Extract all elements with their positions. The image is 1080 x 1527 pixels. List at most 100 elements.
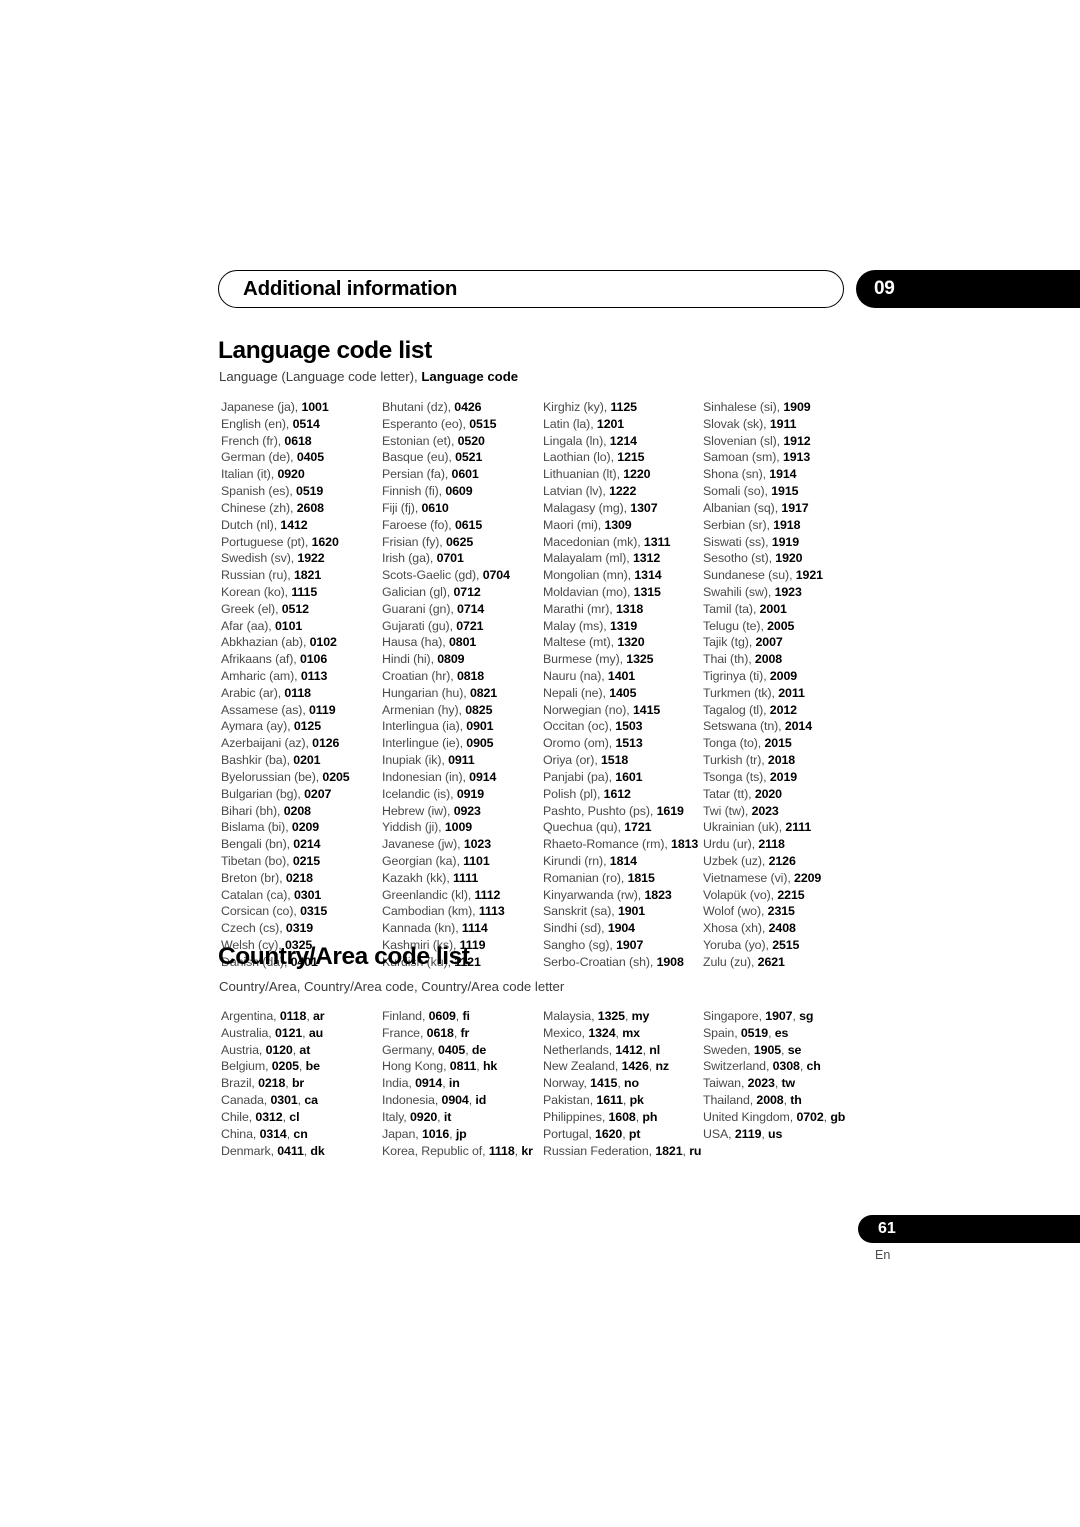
country-code: 0618: [426, 1025, 454, 1040]
lang-code: 0515: [469, 416, 497, 431]
lang-code: 0301: [293, 887, 322, 902]
page-number-tab: 61: [858, 1215, 1080, 1243]
country-code-entry: Netherlands, 1412, nl: [543, 1042, 703, 1059]
lang-code-entry: Volapük (vo), 2215: [703, 887, 883, 904]
lang-code-entry: Swedish (sv), 1922: [221, 550, 382, 567]
lang-name: Finnish (fi),: [382, 484, 446, 499]
chapter-number-tab: 09: [856, 270, 1080, 308]
lang-code: 1513: [615, 736, 643, 751]
lang-name: Corsican (co),: [221, 904, 301, 919]
lang-code: 1620: [311, 534, 339, 549]
country-separator: ,: [622, 1126, 629, 1141]
lang-code-entry: Interlingua (ia), 0901: [382, 718, 543, 735]
lang-code-entry: Chinese (zh), 2608: [221, 500, 382, 517]
lang-code: 2111: [785, 820, 812, 835]
lang-code-entry: Somali (so), 1915: [703, 483, 883, 500]
country-name: Hong Kong,: [382, 1059, 450, 1074]
lang-code-entry: Lithuanian (lt), 1220: [543, 466, 703, 483]
country-code-column: Finland, 0609, fi France, 0618, fr Germany…: [382, 1008, 543, 1159]
lang-name: Burmese (my),: [543, 652, 627, 667]
lang-name: Frisian (fy),: [382, 534, 446, 549]
lang-code-entry: Turkmen (tk), 2011: [703, 685, 883, 702]
lang-code-entry: Sesotho (st), 1920: [703, 550, 883, 567]
lang-name: Oromo (om),: [543, 736, 616, 751]
lang-code: 2015: [764, 736, 792, 751]
lang-code-entry: Korean (ko), 1115: [221, 584, 382, 601]
lang-name: Vietnamese (vi),: [703, 870, 795, 885]
lang-code-entry: Mongolian (mn), 1314: [543, 567, 703, 584]
lang-code: 0914: [469, 769, 497, 784]
lang-name: Malay (ms),: [543, 618, 610, 633]
lang-name: Gujarati (gu),: [382, 618, 457, 633]
lang-code: 1307: [630, 500, 658, 515]
country-code: 1821: [655, 1143, 683, 1158]
lang-code: 0426: [454, 400, 482, 414]
country-code-entry: India, 0914, in: [382, 1075, 543, 1092]
lang-code-entry: Basque (eu), 0521: [382, 449, 543, 466]
lang-code: 0209: [291, 820, 320, 835]
lang-code-entry: Serbian (sr), 1918: [703, 517, 883, 534]
lang-code-entry: Latin (la), 1201: [543, 416, 703, 433]
lang-name: Greenlandic (kl),: [382, 887, 475, 902]
country-code-letter: ca: [304, 1093, 318, 1108]
lang-code: 1920: [775, 551, 803, 566]
lang-name: Latin (la),: [543, 416, 597, 431]
country-separator: ,: [622, 1093, 630, 1108]
lang-name: Sundanese (su),: [703, 568, 796, 583]
lang-code: 2315: [767, 904, 795, 919]
country-section-title: Country/Area code list: [218, 943, 470, 970]
lang-name: Kazakh (kk),: [382, 870, 453, 885]
country-name: Sweden,: [703, 1042, 754, 1057]
lang-code: 0919: [456, 786, 485, 801]
lang-name: Serbian (sr),: [703, 517, 774, 532]
lang-name: Marathi (mr),: [543, 601, 616, 616]
country-code-letter: hk: [482, 1059, 498, 1074]
lang-code-column: Kirghiz (ky), 1125 Latin (la), 1201 Lingal…: [543, 399, 703, 971]
lang-name: Bislama (bi),: [221, 820, 292, 835]
country-separator: ,: [453, 1025, 461, 1040]
country-code-entry: Sweden, 1905, se: [703, 1042, 883, 1059]
lang-code-entry: Vietnamese (vi), 2209: [703, 870, 883, 887]
lang-code: 1912: [783, 433, 811, 448]
lang-name: Spanish (es),: [221, 484, 297, 499]
lang-name: French (fr),: [221, 433, 285, 448]
lang-name: Tibetan (bo),: [221, 853, 293, 868]
lang-name: Telugu (te),: [703, 618, 768, 633]
lang-name: Faroese (fo),: [382, 517, 455, 532]
lang-code-entry: Azerbaijani (az), 0126: [221, 735, 382, 752]
lang-code-entry: Sangho (sg), 1907: [543, 937, 703, 954]
lang-name: Rhaeto-Romance (rm),: [543, 837, 672, 852]
lang-code-entry: Inupiak (ik), 0911: [382, 752, 543, 769]
lang-code-entry: Japanese (ja), 1001: [221, 399, 382, 416]
country-code-letter: sg: [799, 1009, 814, 1023]
lang-code: 0520: [457, 433, 485, 448]
lang-name: Icelandic (is),: [382, 786, 457, 801]
lang-code-entry: Turkish (tr), 2018: [703, 752, 883, 769]
lang-code: 1325: [626, 652, 654, 667]
lang-code-entry: Bengali (bn), 0214: [221, 836, 382, 853]
lang-code: 2018: [767, 753, 796, 768]
lang-code-entry: Wolof (wo), 2315: [703, 903, 883, 920]
lang-code-entry: Zulu (zu), 2621: [703, 954, 883, 971]
language-section-title: Language code list: [218, 337, 432, 364]
lang-code: 1222: [609, 484, 637, 499]
country-code-letter: pk: [629, 1093, 644, 1108]
lang-code-entry: Frisian (fy), 0625: [382, 534, 543, 551]
country-code-entry: Taiwan, 2023, tw: [703, 1075, 883, 1092]
country-code-letter: be: [305, 1059, 320, 1074]
country-code-entry: Philippines, 1608, ph: [543, 1109, 703, 1126]
lang-code: 0207: [304, 786, 332, 801]
lang-code-entry: Portuguese (pt), 1620: [221, 534, 382, 551]
lang-name: Shona (sn),: [703, 467, 770, 482]
country-code-entry: Singapore, 1907, sg: [703, 1008, 883, 1025]
lang-name: Oriya (or),: [543, 753, 602, 768]
lang-name: Moldavian (mo),: [543, 584, 634, 599]
lang-code-entry: Rhaeto-Romance (rm), 1813: [543, 836, 703, 853]
lang-code-entry: Bislama (bi), 0209: [221, 819, 382, 836]
country-name: USA,: [703, 1126, 735, 1141]
lang-code-entry: Marathi (mr), 1318: [543, 601, 703, 618]
lang-code-entry: Afar (aa), 0101: [221, 618, 382, 635]
lang-name: Chinese (zh),: [221, 500, 297, 515]
country-code-letter: my: [631, 1009, 650, 1023]
lang-code: 1319: [609, 618, 638, 633]
